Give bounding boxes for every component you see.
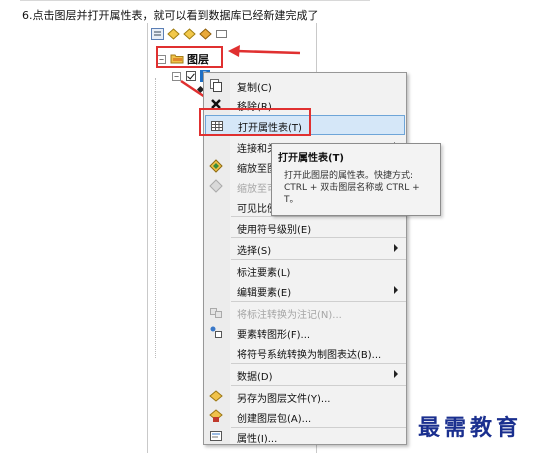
arrow-to-layers-icon xyxy=(228,45,301,57)
menu-item-selection[interactable]: 选择(S) xyxy=(204,238,406,258)
menu-item-convert-labels[interactable]: 将标注转换为注记(N)... xyxy=(204,302,406,322)
convert-label-icon xyxy=(209,305,223,319)
menu-item-data[interactable]: 数据(D) xyxy=(204,364,406,384)
tooltip-line-1: 打开此图层的属性表。快捷方式: xyxy=(284,171,414,181)
watermark-logo: 最需教育 xyxy=(418,415,523,441)
menu-item-save-as-layer-file[interactable]: 另存为图层文件(Y)... xyxy=(204,386,406,406)
layer-file-icon xyxy=(209,389,223,403)
attribute-table-tooltip: 打开属性表(T) 打开此图层的属性表。快捷方式: CTRL + 双击图层名称或 … xyxy=(271,143,441,216)
menu-item-convert-symbology[interactable]: 将符号系统转换为制图表达(B)... xyxy=(204,342,406,362)
zoom-layer-icon xyxy=(209,159,223,173)
submenu-arrow-icon xyxy=(394,244,398,252)
tooltip-line-2: CTRL + 双击图层名称或 CTRL + xyxy=(284,183,420,193)
zoom-visible-icon xyxy=(209,179,223,193)
menu-item-copy[interactable]: 复制(C) xyxy=(204,75,406,95)
tooltip-body: 打开此图层的属性表。快捷方式: CTRL + 双击图层名称或 CTRL + T。 xyxy=(278,170,434,206)
submenu-arrow-icon xyxy=(394,286,398,294)
tooltip-title: 打开属性表(T) xyxy=(278,153,344,164)
menu-item-use-symbol-levels[interactable]: 使用符号级别(E) xyxy=(204,217,406,237)
copy-icon xyxy=(209,78,223,92)
menu-item-properties[interactable]: 属性(I)... xyxy=(204,426,406,446)
menu-item-convert-features-to-graphics[interactable]: 要素转图形(F)... xyxy=(204,322,406,342)
attribute-table-highlight-box xyxy=(199,108,311,136)
tooltip-line-3: T。 xyxy=(284,195,299,205)
feature-graphic-icon xyxy=(209,325,223,339)
menu-item-edit-features[interactable]: 编辑要素(E) xyxy=(204,280,406,300)
properties-icon xyxy=(209,429,223,443)
menu-item-label-features[interactable]: 标注要素(L) xyxy=(204,260,406,280)
layer-package-icon xyxy=(209,409,223,423)
submenu-arrow-icon xyxy=(394,370,398,378)
menu-item-create-layer-package[interactable]: 创建图层包(A)... xyxy=(204,406,406,426)
